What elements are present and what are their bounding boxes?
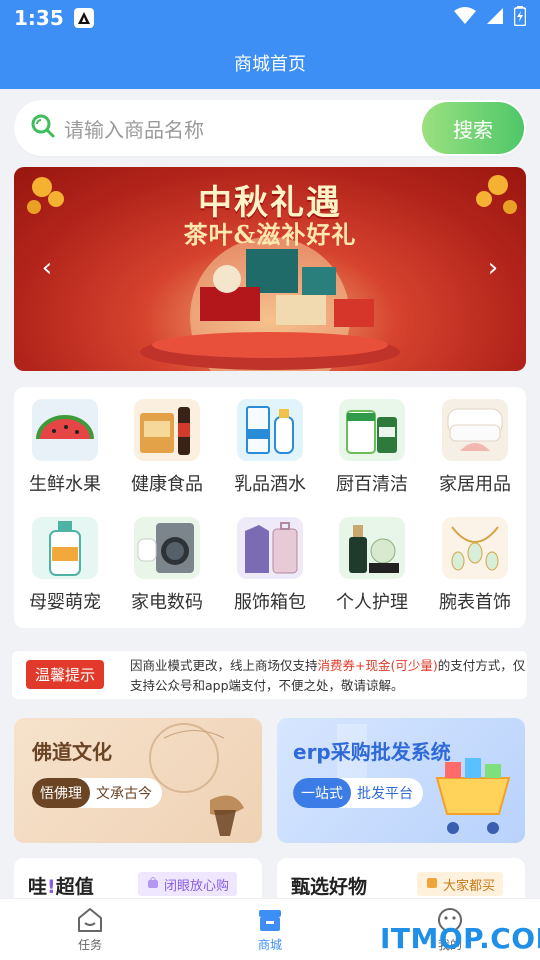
category-item-fresh-fruit[interactable]: 生鲜水果: [14, 387, 116, 497]
section-chip: 大家都买: [417, 872, 504, 896]
promo-pill: 一站式 批发平台: [293, 778, 423, 808]
category-item-dairy-drinks[interactable]: 乳品酒水: [219, 387, 321, 497]
promo-pill-secondary: 文承古今: [96, 786, 152, 802]
search-button[interactable]: 搜索: [422, 102, 524, 154]
category-label: 母婴萌宠: [29, 592, 101, 613]
shopping-bag-icon: [146, 875, 160, 893]
category-label: 家电数码: [131, 592, 203, 613]
tab-tasks[interactable]: 任务: [0, 899, 180, 960]
promo-pill-secondary: 批发平台: [357, 786, 413, 802]
category-item-appliances-digital[interactable]: 家电数码: [116, 505, 218, 615]
jewelry-icon: [442, 517, 508, 579]
section-title: 甄选好物: [291, 876, 368, 898]
promo-pill-primary: 悟佛理: [32, 778, 90, 808]
skincare-bottle-icon: [339, 517, 405, 579]
promo-title: erp采购批发系统: [293, 740, 451, 764]
status-time: 1:35: [14, 6, 64, 30]
section-title: 哇!超值: [28, 872, 94, 899]
watermelon-icon: [32, 399, 98, 461]
category-item-apparel-bags[interactable]: 服饰箱包: [219, 505, 321, 615]
category-label: 健康食品: [131, 474, 203, 495]
status-bar: 1:35: [0, 0, 540, 36]
battery-icon: [513, 6, 527, 30]
banner-next-button[interactable]: ›: [478, 253, 508, 283]
notice-bar: 温馨提示 因商业模式更改，线上商场仅支持消费券+现金(可少量)的支付方式，仅支持…: [12, 651, 527, 699]
category-item-health-food[interactable]: 健康食品: [116, 387, 218, 497]
category-label: 个人护理: [336, 592, 408, 613]
banner-subtitle: 茶叶&滋补好礼: [183, 220, 357, 249]
page-title: 商城首页: [234, 53, 306, 75]
signal-icon: [486, 7, 504, 29]
section-title-exclaim: !: [47, 876, 56, 898]
tab-mall[interactable]: 商城: [180, 899, 360, 960]
category-grid: 生鲜水果 健康食品 乳品酒水 厨百清洁 家居用品 母婴萌宠 家电数码 服饰箱包 …: [14, 387, 526, 628]
tab-label: 商城: [257, 938, 282, 952]
promo-pill-primary: 一站式: [293, 778, 351, 808]
washer-earbuds-icon: [134, 517, 200, 579]
store-icon: [256, 906, 284, 934]
milk-drink-icon: [237, 399, 303, 461]
category-item-household[interactable]: 家居用品: [424, 387, 526, 497]
search-icon: [30, 113, 56, 143]
promo-card-erp-wholesale[interactable]: erp采购批发系统 一站式 批发平台: [277, 718, 525, 843]
home-face-icon: [76, 906, 104, 934]
section-chip-label: 闭眼放心购: [164, 878, 230, 894]
category-item-watches-jewelry[interactable]: 腕表首饰: [424, 505, 526, 615]
pillow-icon: [442, 399, 508, 461]
baby-formula-icon: [339, 399, 405, 461]
promo-card-buddhist-culture[interactable]: 佛道文化 悟佛理 文承古今: [14, 718, 262, 843]
promo-pill: 悟佛理 文承古今: [32, 778, 162, 808]
tab-label: 任务: [77, 938, 102, 952]
notice-highlight: 消费券+现金(可少量): [317, 658, 438, 673]
category-label: 服饰箱包: [234, 592, 306, 613]
notice-text-part: 因商业模式更改，线上商场仅支持: [130, 658, 318, 673]
page-title-bar: 商城首页: [0, 36, 540, 89]
notification-app-icon: [73, 8, 94, 28]
wifi-icon: [454, 7, 476, 29]
category-label: 家居用品: [439, 474, 511, 495]
notice-text: 因商业模式更改，线上商场仅支持消费券+现金(可少量)的支付方式，仅支持公众号和a…: [130, 656, 530, 696]
search-input[interactable]: 请输入商品名称: [64, 114, 204, 143]
section-title-part: 哇: [28, 876, 48, 898]
category-item-personal-care[interactable]: 个人护理: [321, 505, 423, 615]
search-bar: 请输入商品名称 搜索: [14, 100, 526, 156]
category-label: 生鲜水果: [29, 474, 101, 495]
bag-icon: [425, 875, 439, 893]
section-chip: 闭眼放心购: [138, 872, 238, 896]
jacket-suitcase-icon: [237, 517, 303, 579]
promo-banner[interactable]: 中秋礼遇 茶叶&滋补好礼 ‹ ›: [14, 167, 526, 371]
health-food-icon: [134, 399, 200, 461]
category-label: 乳品酒水: [234, 474, 306, 495]
notice-tag: 温馨提示: [26, 660, 104, 689]
category-label: 厨百清洁: [336, 474, 408, 495]
banner-prev-button[interactable]: ‹: [32, 253, 62, 283]
promo-title: 佛道文化: [32, 740, 112, 764]
category-item-kitchen-cleaning[interactable]: 厨百清洁: [321, 387, 423, 497]
category-item-mother-baby-pets[interactable]: 母婴萌宠: [14, 505, 116, 615]
category-label: 腕表首饰: [439, 592, 511, 613]
lotion-bottle-icon: [32, 517, 98, 579]
site-watermark: ITMOP.COM: [380, 922, 540, 955]
section-chip-label: 大家都买: [443, 878, 496, 894]
section-title-part: 超值: [55, 876, 94, 898]
